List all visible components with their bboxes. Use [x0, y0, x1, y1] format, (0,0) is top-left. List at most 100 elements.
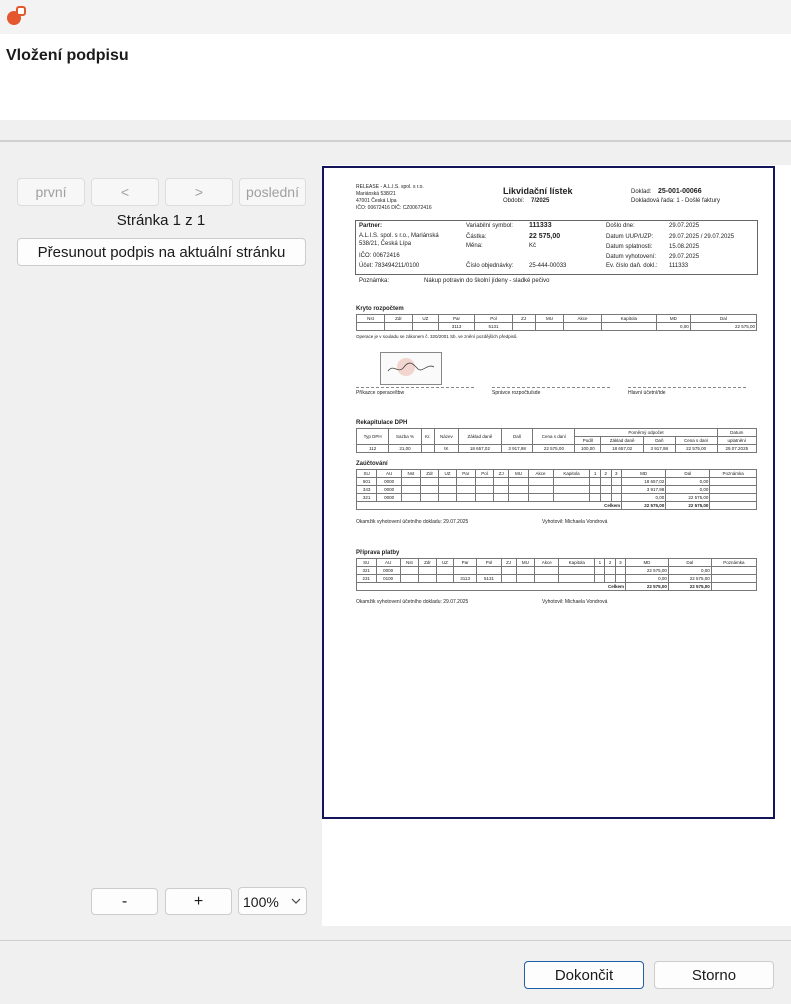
doc-doslo-label: Došlo dne: — [606, 223, 635, 229]
doc-priprava-table: SU AU Nst Zdr UZ Par Pol ZJ MU Akce Kapi… — [355, 558, 758, 591]
priprava-r0-c10 — [558, 566, 596, 575]
kryto-c0 — [356, 322, 385, 331]
kryto-h0: Nst — [356, 314, 385, 323]
rekap-h7: Podíl — [574, 436, 602, 445]
kryto-h4: Pol — [474, 314, 513, 323]
priprava-r1-c13 — [614, 574, 627, 583]
doc-doslo-value: 29.07.2025 — [669, 223, 700, 229]
kryto-c1 — [384, 322, 413, 331]
zoom-out-button[interactable]: - — [91, 888, 158, 915]
doc-vyhot-label: Datum vyhotovení: — [606, 254, 657, 260]
zauct-r0-c6 — [474, 477, 495, 486]
doc-vs-value: 111333 — [529, 222, 552, 229]
document-page[interactable]: RELEASE - A.L.I.S. spol. s r.o. Mariánsk… — [322, 166, 775, 819]
priprava-r0-c6 — [476, 566, 502, 575]
zauct-r2-c8 — [508, 493, 529, 502]
rekap-h3: Název — [433, 428, 460, 445]
priprava-r0-c3 — [417, 566, 438, 575]
rekap-c0: 112 — [355, 444, 390, 453]
kryto-h3: Par — [437, 314, 476, 323]
next-page-button[interactable]: > — [165, 178, 233, 206]
zauct-r1-c10 — [552, 485, 591, 494]
priprava-r0-c12 — [604, 566, 616, 575]
zauct-h14: MD — [621, 469, 667, 478]
priprava-r0-c4 — [436, 566, 454, 575]
zauct-h8: MU — [508, 469, 529, 478]
doc-priprava-title: Příprava platby — [356, 550, 400, 556]
doc-okamzik1: Okamžik vyhotovení účetního dokladu: 29.… — [356, 519, 469, 525]
kryto-h7: Akce — [563, 314, 602, 323]
kryto-h6: MU — [534, 314, 565, 323]
zauct-r1-c6 — [474, 485, 495, 494]
zauct-h1: AU — [376, 469, 403, 478]
priprava-r1-c8 — [515, 574, 536, 583]
doc-sig2: Správce rozpočtu/sde — [492, 390, 541, 396]
zauct-r1-c7 — [493, 485, 510, 494]
zauct-r0-c7 — [493, 477, 510, 486]
priprava-r1-c6: 5131 — [476, 574, 502, 583]
doc-zauct-table: SU AU Nst Zdr UZ Par Pol ZJ MU Akce Kapi… — [355, 469, 757, 510]
doc-period-label: Období: — [503, 198, 525, 204]
priprava-h0: SU — [356, 558, 377, 567]
prev-page-button[interactable]: < — [91, 178, 159, 206]
first-page-button[interactable]: první — [17, 178, 85, 206]
zauct-r2-c14: 0,00 — [621, 493, 667, 502]
kryto-c10: 22 575,00 — [689, 322, 758, 331]
move-signature-button[interactable]: Přesunout podpis na aktuální stránku — [17, 238, 306, 266]
doc-vyhotovil1: Vyhotovil: Michaela Vondrová — [542, 519, 608, 525]
doc-vyhotovil2: Vyhotovil: Michaela Vondrová — [542, 599, 608, 605]
zauct-r1-c11 — [589, 485, 601, 494]
rekap-h0: Typ DPH — [355, 428, 390, 445]
title-bar — [0, 0, 791, 34]
zauct-r2-c10 — [552, 493, 591, 502]
zauct-r2-c3 — [419, 493, 440, 502]
doc-doklad-rada: Dokladová řada: 1 - Došlé faktury — [631, 198, 721, 204]
doc-kryto-title: Kryto rozpočtem — [356, 306, 404, 312]
header-separator — [0, 120, 791, 141]
zauct-r2-c11 — [589, 493, 601, 502]
rekap-h10: Cena s daní — [674, 436, 718, 445]
zauct-r2-c1: 0000 — [376, 493, 403, 502]
doc-objednavka-value: 25-444-00033 — [529, 263, 567, 269]
zauct-r0-c15: 0,00 — [665, 477, 711, 486]
doc-partner-ico: IČO: 00672416 — [359, 253, 400, 259]
doc-operace-text: Operace je v souladu se zákonem č. 320/2… — [356, 334, 518, 339]
zauct-r0-c5 — [455, 477, 476, 486]
zoom-select[interactable]: 100% — [238, 887, 307, 915]
rekap-h9: Daň — [643, 436, 676, 445]
priprava-h10: Kapitola — [558, 558, 596, 567]
rekap-pomerny: Poměrný odpočet — [574, 428, 718, 437]
priprava-r1-c3 — [417, 574, 438, 583]
zauct-r2-c13 — [610, 493, 623, 502]
signature-image[interactable] — [380, 352, 442, 385]
dialog-title: Vložení podpisu — [6, 47, 129, 64]
priprava-total-pozn — [710, 582, 758, 591]
finish-button[interactable]: Dokončit — [524, 961, 644, 989]
zauct-r0-c1: 0000 — [376, 477, 403, 486]
zoom-in-button[interactable]: + — [165, 888, 232, 915]
rekap-datum: Datum — [716, 428, 758, 437]
zauct-r0-c16 — [709, 477, 757, 486]
priprava-h16: Poznámka — [710, 558, 758, 567]
priprava-h14: MD — [625, 558, 669, 567]
kryto-h9: MD — [656, 314, 691, 323]
kryto-h2: UZ — [412, 314, 439, 323]
cancel-button[interactable]: Storno — [654, 961, 774, 989]
doc-company-line3: 47001 Česká Lípa — [356, 198, 397, 204]
kryto-c8 — [600, 322, 658, 331]
doc-okamzik2: Okamžik vyhotovení účetního dokladu: 29.… — [356, 599, 469, 605]
doc-partner-label: Partner: — [359, 223, 383, 229]
rekap-c4: 18 657,02 — [458, 444, 502, 453]
last-page-button[interactable]: poslední — [239, 178, 306, 206]
priprava-h6: Pol — [476, 558, 502, 567]
zauct-h16: Poznámka — [709, 469, 757, 478]
priprava-total-dal: 22 575,00 — [667, 582, 712, 591]
zauct-total-dal: 22 575,00 — [665, 501, 711, 510]
doc-rekap-table: Typ DPH Sazba % Kr. Název Základ daně Da… — [355, 428, 758, 453]
zauct-r0-c2 — [401, 477, 421, 486]
priprava-r1-c2 — [399, 574, 419, 583]
doc-objednavka-label: Číslo objednávky: — [466, 263, 514, 269]
zauct-r2-c7 — [493, 493, 510, 502]
priprava-r0-c0: 321 — [356, 566, 377, 575]
zauct-r1-c15: 0,00 — [665, 485, 711, 494]
